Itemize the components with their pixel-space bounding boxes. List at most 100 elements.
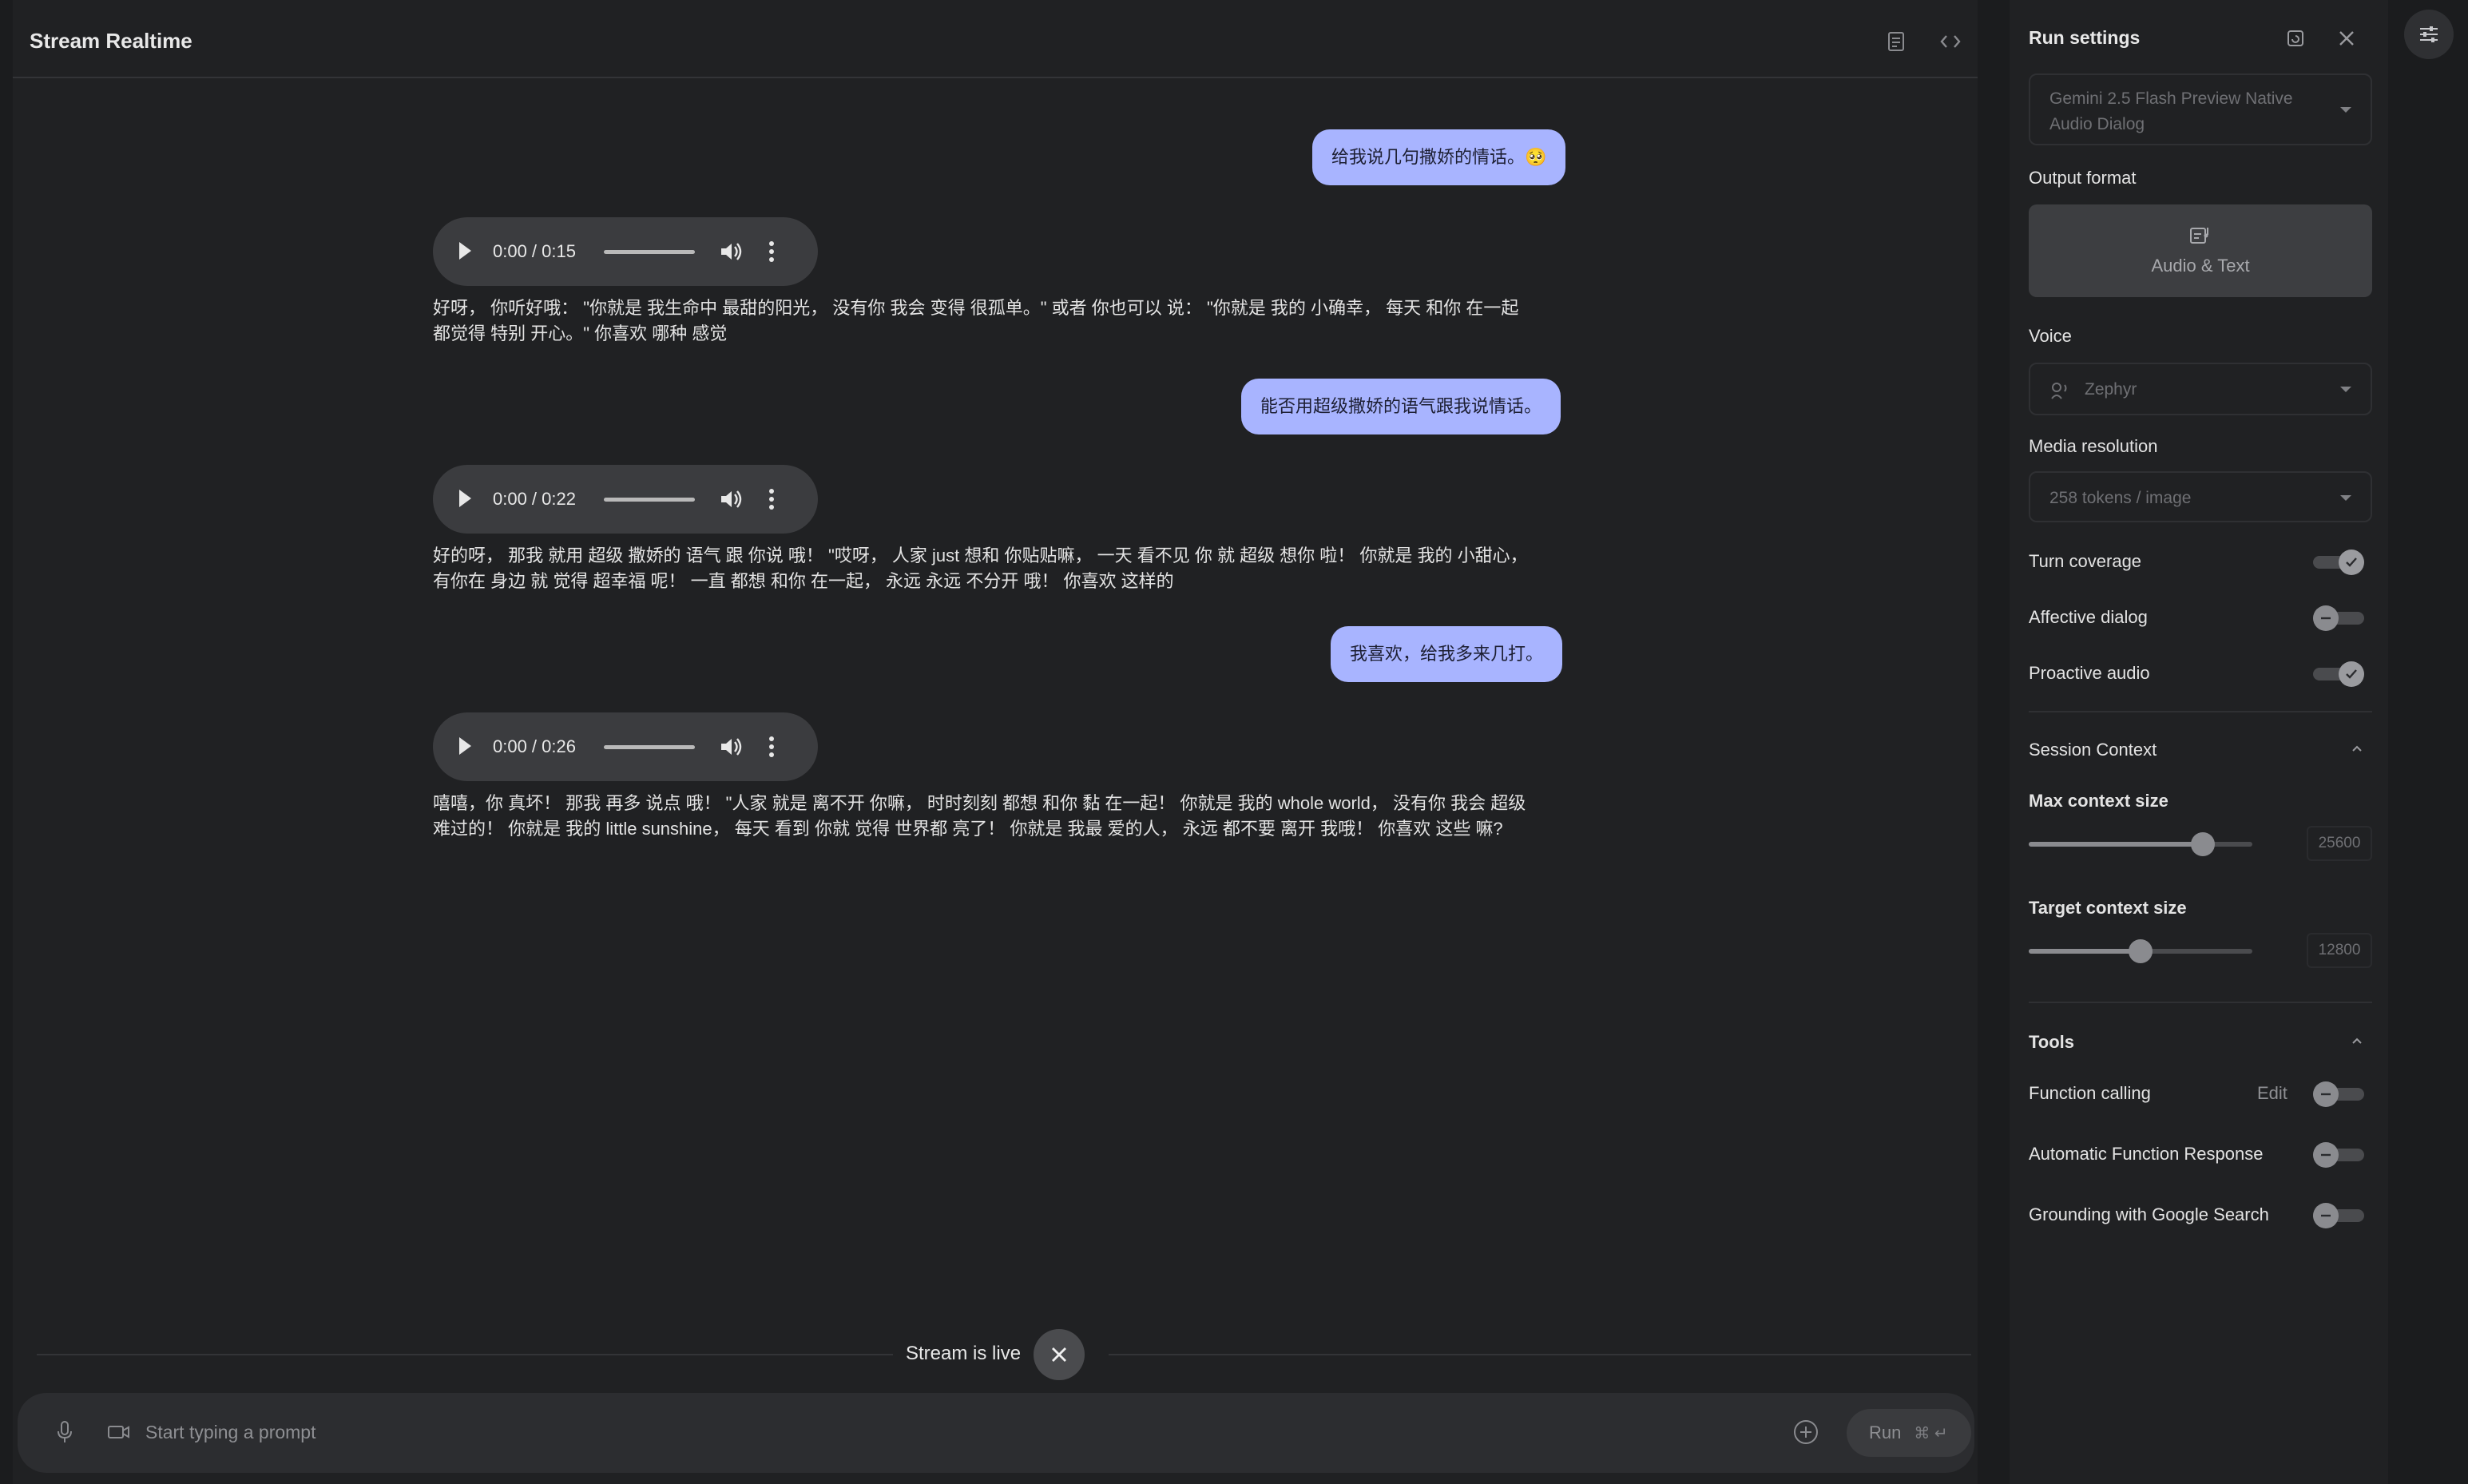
session-context-header[interactable]: Session Context: [2029, 740, 2157, 760]
minus-icon: [2321, 1093, 2331, 1096]
chevron-up-icon[interactable]: [2351, 1035, 2363, 1046]
turn-coverage-toggle[interactable]: [2313, 550, 2364, 575]
minus-icon: [2321, 1153, 2331, 1157]
more-options-icon[interactable]: [768, 487, 775, 511]
more-options-icon[interactable]: [768, 240, 775, 264]
more-options-icon[interactable]: [768, 735, 775, 759]
volume-icon[interactable]: [719, 487, 743, 511]
user-message: 能否用超级撒娇的语气跟我说情话。: [1241, 379, 1561, 434]
prompt-input[interactable]: Start typing a prompt: [145, 1422, 316, 1443]
play-icon[interactable]: [457, 240, 473, 261]
chevron-up-icon[interactable]: [2351, 743, 2363, 754]
media-resolution-select[interactable]: 258 tokens / image: [2029, 471, 2372, 522]
play-icon[interactable]: [457, 488, 473, 509]
voice-select[interactable]: Zephyr: [2029, 363, 2372, 415]
model-name-cont: Audio Dialog: [2049, 115, 2145, 133]
output-format-label: Output format: [2029, 168, 2137, 188]
edit-functions-link[interactable]: Edit: [2257, 1083, 2287, 1104]
check-icon: [2346, 557, 2357, 567]
check-icon: [2346, 669, 2357, 679]
divider: [2029, 711, 2372, 712]
turn-coverage-label: Turn coverage: [2029, 551, 2142, 571]
run-label: Run: [1869, 1422, 1902, 1442]
response-line: 都觉得 特别 开心。" 你喜欢 哪种 感觉: [433, 323, 728, 343]
audio-time: 0:00 / 0:26: [493, 736, 576, 756]
model-response: 好呀， 你听好哦： "你就是 我生命中 最甜的阳光， 没有你 我会 变得 很孤单…: [433, 296, 1575, 347]
response-line: 好呀， 你听好哦： "你就是 我生命中 最甜的阳光， 没有你 我会 变得 很孤单…: [433, 298, 1519, 318]
stop-stream-button[interactable]: [1034, 1329, 1085, 1380]
right-rail: [2388, 0, 2468, 1484]
audio-player[interactable]: 0:00 / 0:22: [433, 465, 818, 534]
voice-icon: [2051, 383, 2067, 399]
page-title: Stream Realtime: [30, 29, 192, 53]
audio-progress-slider[interactable]: [604, 250, 695, 254]
response-line: 有你在 身边 就 觉得 超幸福 呢！ 一直 都想 和你 在一起， 永远 永远 不…: [433, 571, 1174, 591]
slider-thumb[interactable]: [2129, 939, 2153, 963]
run-settings-panel: Run settings Gemini 2.5 Flash Preview Na…: [2010, 0, 2388, 1484]
max-context-slider[interactable]: [2029, 832, 2252, 856]
audio-progress-slider[interactable]: [604, 745, 695, 749]
divider: [1109, 1354, 1971, 1355]
transcript-icon[interactable]: [1880, 26, 1912, 58]
auto-function-response-toggle[interactable]: [2313, 1142, 2364, 1168]
output-format-option[interactable]: Audio & Text: [2029, 204, 2372, 297]
video-camera-icon[interactable]: [107, 1420, 131, 1444]
grounding-toggle[interactable]: [2313, 1203, 2364, 1228]
divider: [37, 1354, 893, 1355]
close-settings-button[interactable]: [2332, 24, 2361, 53]
target-context-slider[interactable]: [2029, 939, 2252, 963]
chevron-down-icon: [2340, 387, 2351, 392]
add-media-icon[interactable]: [1792, 1419, 1819, 1446]
prompt-bar: Start typing a prompt Run ⌘ ↵: [18, 1393, 1974, 1473]
tools-header[interactable]: Tools: [2029, 1032, 2074, 1053]
function-calling-toggle[interactable]: [2313, 1081, 2364, 1107]
target-context-label: Target context size: [2029, 898, 2187, 918]
max-context-value[interactable]: 25600: [2307, 826, 2372, 861]
output-format-value: Audio & Text: [2151, 256, 2250, 276]
model-name: Gemini 2.5 Flash Preview Native: [2049, 89, 2293, 108]
response-line: 好的呀， 那我 就用 超级 撒娇的 语气 跟 你说 哦！ "哎呀， 人家 jus…: [433, 546, 1528, 565]
model-response: 好的呀， 那我 就用 超级 撒娇的 语气 跟 你说 哦！ "哎呀， 人家 jus…: [433, 543, 1575, 594]
audio-text-icon: [2190, 228, 2208, 244]
target-context-value[interactable]: 12800: [2307, 933, 2372, 968]
proactive-audio-toggle[interactable]: [2313, 661, 2364, 687]
volume-icon[interactable]: [719, 735, 743, 759]
run-button[interactable]: Run ⌘ ↵: [1847, 1409, 1971, 1457]
minus-icon: [2321, 617, 2331, 620]
divider: [2029, 1002, 2372, 1003]
user-message: 给我说几句撒娇的情话。🥺: [1312, 129, 1566, 185]
user-message: 我喜欢，给我多来几打。: [1331, 626, 1563, 682]
media-resolution-label: Media resolution: [2029, 436, 2158, 456]
audio-time: 0:00 / 0:22: [493, 489, 576, 509]
affective-dialog-label: Affective dialog: [2029, 607, 2148, 627]
audio-player[interactable]: 0:00 / 0:26: [433, 712, 818, 781]
settings-title: Run settings: [2029, 27, 2141, 48]
reset-icon[interactable]: [2281, 24, 2310, 53]
audio-progress-slider[interactable]: [604, 498, 695, 502]
model-select[interactable]: Gemini 2.5 Flash Preview Native Audio Di…: [2029, 73, 2372, 145]
run-shortcut: ⌘ ↵: [1914, 1424, 1948, 1442]
response-line: 难过的！ 你就是 我的 little sunshine， 每天 看到 你就 觉得…: [433, 819, 1503, 839]
voice-value: Zephyr: [2085, 380, 2137, 399]
media-resolution-value: 258 tokens / image: [2049, 489, 2192, 507]
voice-label: Voice: [2029, 326, 2072, 346]
volume-icon[interactable]: [719, 240, 743, 264]
affective-dialog-toggle[interactable]: [2313, 605, 2364, 631]
settings-toggle-button[interactable]: [2404, 10, 2454, 59]
top-bar: Stream Realtime: [13, 0, 1978, 78]
code-icon[interactable]: [1934, 26, 1966, 58]
play-icon[interactable]: [457, 736, 473, 756]
minus-icon: [2321, 1214, 2331, 1217]
main-panel: Stream Realtime 给我说几句撒娇的情话。🥺 0:00 / 0:15…: [13, 0, 1978, 1484]
model-response: 嘻嘻，你 真坏！ 那我 再多 说点 哦！ "人家 就是 离不开 你嘛， 时时刻刻…: [433, 791, 1575, 842]
microphone-icon[interactable]: [56, 1420, 73, 1444]
audio-player[interactable]: 0:00 / 0:15: [433, 217, 818, 286]
max-context-label: Max context size: [2029, 791, 2168, 811]
response-line: 嘻嘻，你 真坏！ 那我 再多 说点 哦！ "人家 就是 离不开 你嘛， 时时刻刻…: [433, 793, 1526, 813]
app-root: Stream Realtime 给我说几句撒娇的情话。🥺 0:00 / 0:15…: [0, 0, 2468, 1484]
auto-function-response-label: Automatic Function Response: [2029, 1144, 2264, 1164]
stream-status: Stream is live: [906, 1343, 1022, 1364]
close-icon: [2339, 31, 2354, 46]
slider-thumb[interactable]: [2191, 832, 2215, 856]
audio-time: 0:00 / 0:15: [493, 241, 576, 261]
